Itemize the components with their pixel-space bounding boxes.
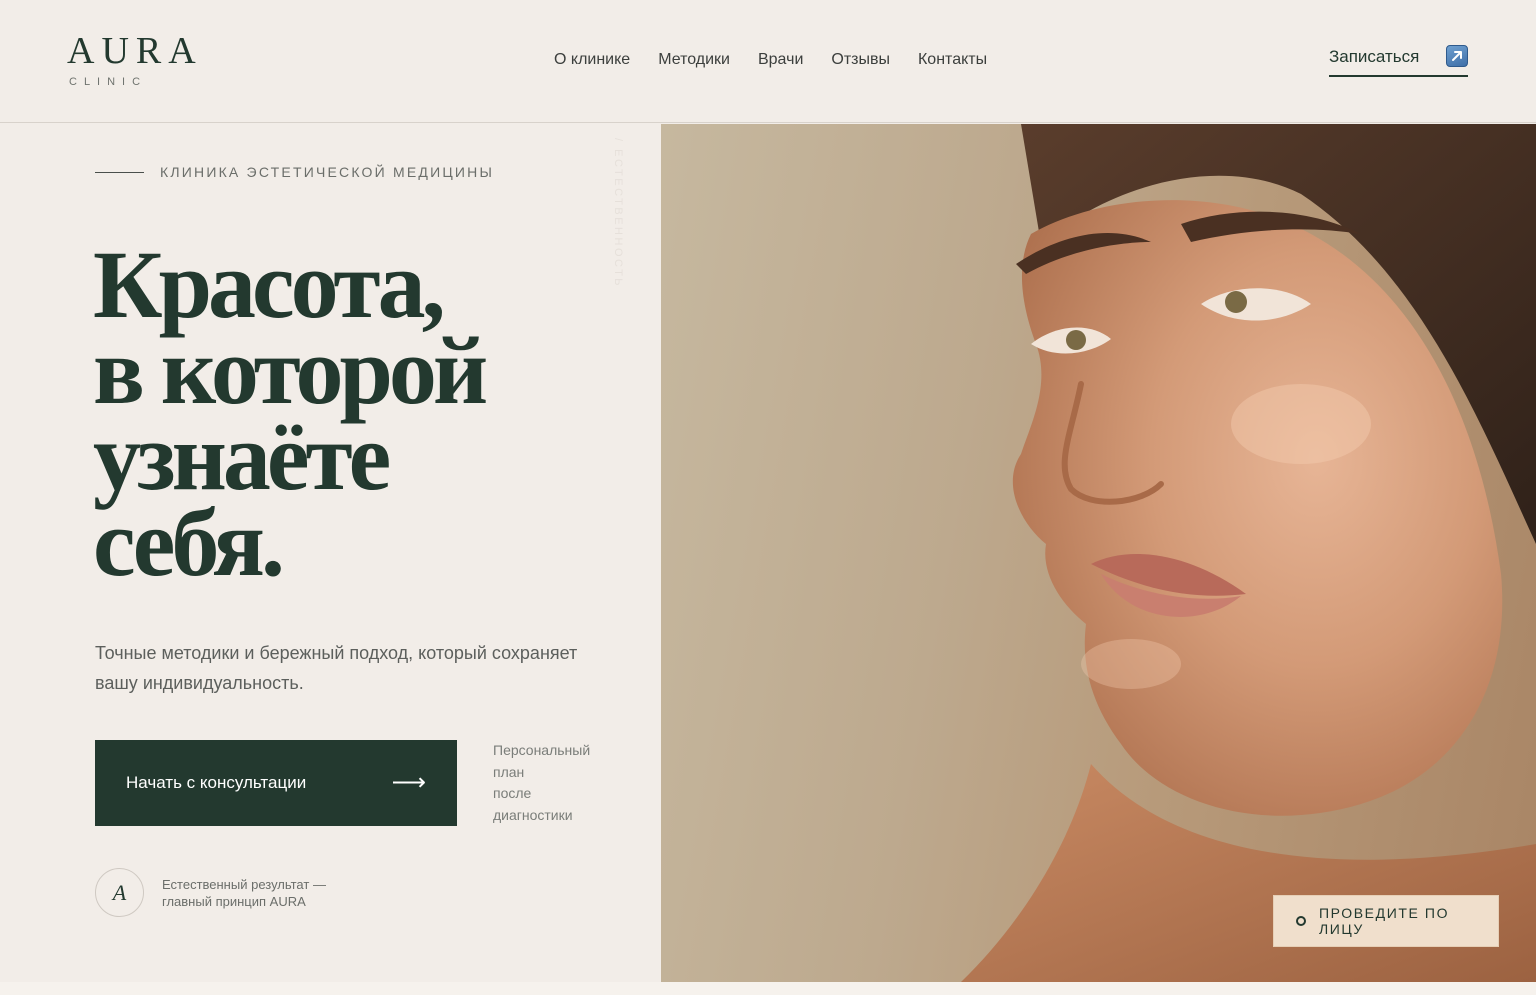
swipe-face-button[interactable]: ПРОВЕДИТЕ ПО ЛИЦУ <box>1273 895 1499 947</box>
note-line: Персональный <box>493 742 591 758</box>
nav-link-about[interactable]: О клинике <box>554 51 630 69</box>
book-appointment-link[interactable]: Записаться <box>1329 44 1468 77</box>
headline-line: узнаёте <box>93 403 391 510</box>
page: AURA CLINIC О клинике Методики Врачи Отз… <box>0 0 1536 995</box>
consultation-button[interactable]: Начать с консультации ⟶ <box>95 740 457 826</box>
eyebrow: КЛИНИКА ЭСТЕТИЧЕСКОЙ МЕДИЦИНЫ <box>95 164 494 180</box>
book-appointment-label: Записаться <box>1329 47 1420 66</box>
monogram-icon: A <box>95 868 144 917</box>
eyebrow-text: КЛИНИКА ЭСТЕТИЧЕСКОЙ МЕДИЦИНЫ <box>160 164 495 180</box>
hero-lead: Точные методики и бережный подход, котор… <box>95 643 578 693</box>
main-nav: О клинике Методики Врачи Отзывы Контакты <box>554 51 987 69</box>
headline-line: в которой <box>93 317 488 424</box>
logo[interactable]: AURA CLINIC <box>67 32 203 88</box>
logo-subtitle: CLINIC <box>69 76 148 88</box>
nav-link-doctors[interactable]: Врачи <box>758 51 803 69</box>
note-line: план <box>493 763 525 780</box>
principle-text: Естественный результат — главный принцип… <box>162 876 326 910</box>
circle-icon <box>1296 916 1306 926</box>
headline-line: Красота, <box>93 231 446 338</box>
nav-link-methods[interactable]: Методики <box>658 51 730 69</box>
hero-photo: ПРОВЕДИТЕ ПО ЛИЦУ <box>661 124 1536 982</box>
arrow-up-right-icon <box>1446 45 1468 67</box>
arrow-right-icon: ⟶ <box>391 769 426 796</box>
vertical-label: / ЕСТЕСТВЕННОСТЬ <box>612 138 624 289</box>
bottom-strip <box>0 982 1536 995</box>
nav-link-contacts[interactable]: Контакты <box>918 51 987 69</box>
portrait-illustration <box>961 124 1536 982</box>
note-line: после <box>493 785 532 801</box>
note-line: диагностики <box>493 806 573 823</box>
swipe-face-label: ПРОВЕДИТЕ ПО ЛИЦУ <box>1318 905 1450 937</box>
eyebrow-divider <box>95 171 144 173</box>
hero-content: КЛИНИКА ЭСТЕТИЧЕСКОЙ МЕДИЦИНЫ / ЕСТЕСТВЕ… <box>0 124 660 982</box>
principle-line: главный принцип AURA <box>162 893 306 909</box>
principle-line: Естественный результат — <box>162 876 326 892</box>
logo-wordmark: AURA <box>67 30 203 72</box>
consultation-button-label: Начать с консультации <box>126 773 307 792</box>
hero-headline: Красота, в которой узнаёте себя. <box>93 231 613 596</box>
site-header: AURA CLINIC О клинике Методики Врачи Отз… <box>0 0 1536 123</box>
personal-plan-note: Персональный план после диагностики <box>493 740 603 826</box>
nav-link-reviews[interactable]: Отзывы <box>831 51 890 69</box>
principle-badge: A Естественный результат — главный принц… <box>95 868 326 917</box>
headline-line: себя. <box>93 489 285 596</box>
